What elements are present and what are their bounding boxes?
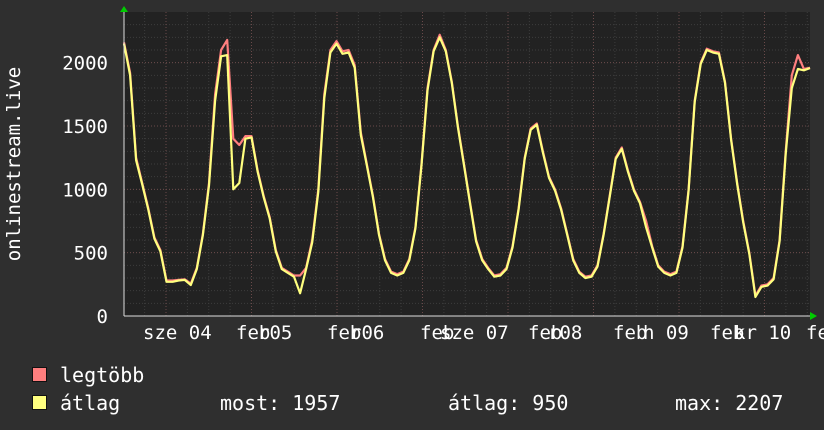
x-tick-labels: sze 04 febr05 febr06 febsze 07 febr08 febh 09…: [143, 322, 824, 344]
x-tick-label: r05: [258, 322, 292, 344]
legend-label-max: legtöbb: [60, 363, 145, 387]
stat-maximum: max: 2207: [675, 391, 784, 415]
y-tick-label: 0: [97, 306, 108, 328]
x-tick-label: kr 10: [734, 322, 791, 344]
legend-swatch-max: [32, 367, 47, 382]
chart: 0500100015002000 sze 04 febr05 febr06 febsz…: [3, 6, 824, 344]
legend-label-avg: átlag: [60, 391, 121, 415]
y-tick-label: 1500: [62, 116, 108, 138]
stat-current: most: 1957: [220, 391, 341, 415]
x-tick-label: sze 04: [143, 322, 212, 344]
y-tick-label: 500: [74, 243, 108, 265]
x-tick-label: sze 07: [440, 322, 509, 344]
legend: legtöbb átlag most: 1957 átlag: 950 max:…: [0, 362, 824, 422]
x-tick-label: feb: [806, 322, 824, 344]
x-axis-arrow: [810, 312, 817, 320]
legend-swatch-avg: [32, 395, 47, 410]
y-axis-arrow: [120, 6, 128, 12]
stat-average: átlag: 950: [448, 391, 569, 415]
y-tick-label: 2000: [62, 53, 108, 75]
x-tick-label: r08: [548, 322, 582, 344]
y-tick-labels: 0 500 1000 1500 2000: [62, 53, 108, 328]
y-axis-label: onlinestream.live: [3, 67, 25, 261]
y-tick-label: 1000: [62, 179, 108, 201]
x-tick-label: h 09: [643, 322, 689, 344]
x-tick-label: r06: [350, 322, 384, 344]
